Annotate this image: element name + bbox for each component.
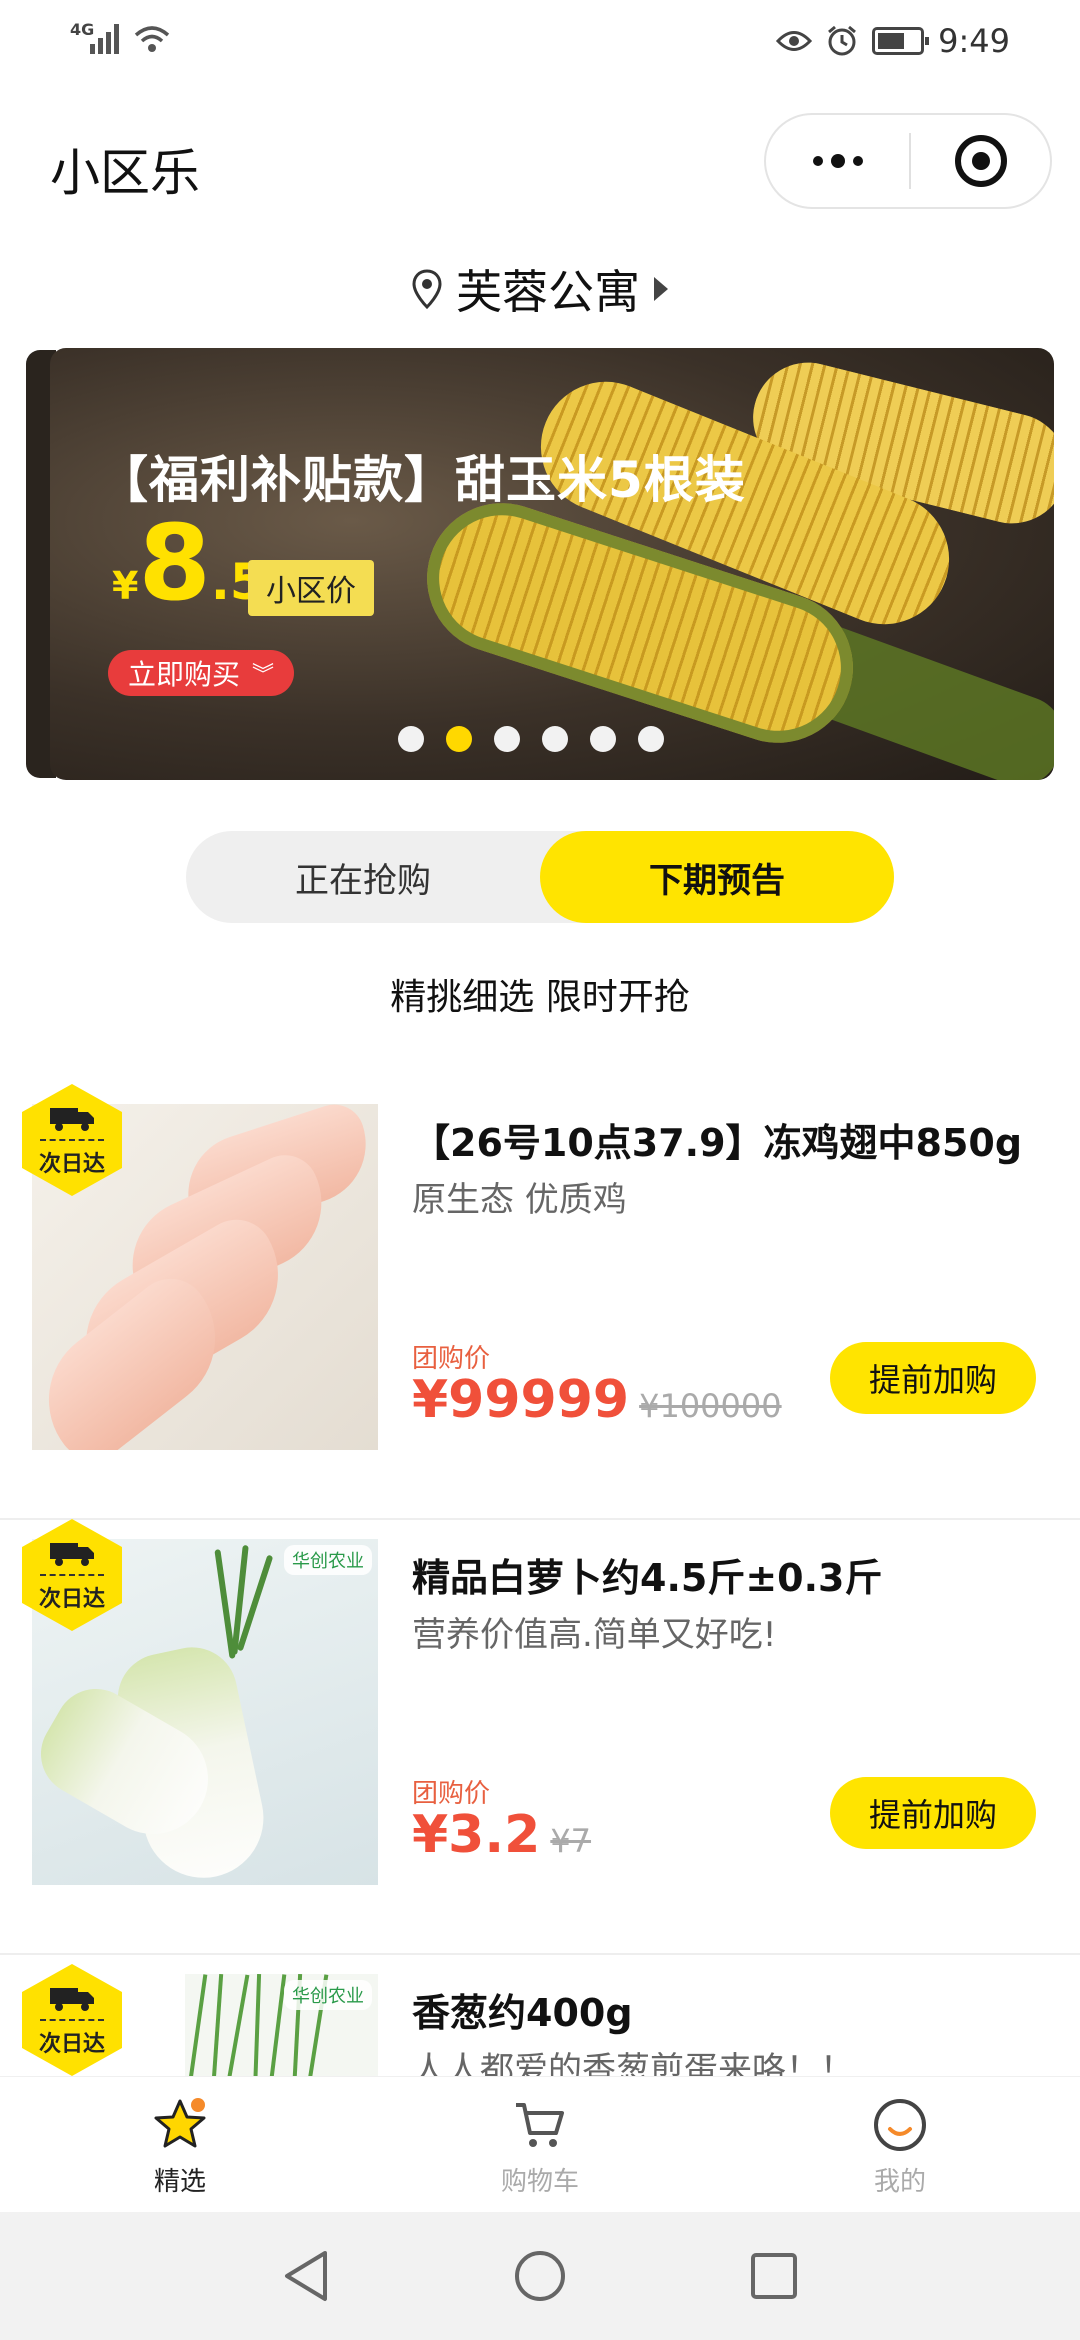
product-card[interactable]: 次日达 【26号10点37.9】冻鸡翅中850g 原生态 优质鸡 团购价 ¥99… bbox=[0, 1084, 1080, 1520]
home-button[interactable] bbox=[513, 2249, 567, 2303]
alarm-icon bbox=[828, 25, 857, 56]
carousel-dot[interactable] bbox=[590, 726, 616, 752]
smile-icon bbox=[874, 2099, 926, 2151]
mini-program-header: 小区乐 bbox=[0, 105, 1080, 215]
nav-mine[interactable]: 我的 bbox=[720, 2077, 1080, 2212]
location-name: 芙蓉公寓 bbox=[456, 265, 640, 319]
bottom-tab-bar: 精选 购物车 我的 bbox=[0, 2076, 1080, 2212]
banner-price: ¥ 8 .5 bbox=[112, 508, 265, 618]
banner-price-integer: 8 bbox=[138, 502, 211, 624]
close-mini-program-button[interactable] bbox=[911, 135, 1050, 187]
product-title: 香葱约400g bbox=[412, 1991, 633, 2035]
brand-tag: 华创农业 bbox=[284, 1980, 372, 2010]
back-button[interactable] bbox=[279, 2249, 333, 2303]
nav-featured[interactable]: 精选 bbox=[0, 2077, 360, 2212]
target-icon bbox=[954, 135, 1007, 187]
star-icon bbox=[154, 2098, 206, 2148]
more-menu-button[interactable] bbox=[766, 115, 909, 207]
wifi-icon bbox=[134, 26, 170, 52]
truck-icon bbox=[50, 1108, 94, 1131]
banner-price-tag: 小区价 bbox=[248, 560, 374, 616]
next-day-badge: 次日达 bbox=[22, 1084, 122, 1196]
nav-label: 购物车 bbox=[500, 2167, 579, 2197]
product-card[interactable]: 华创农业 次日达 精品白萝卜约4.5斤±0.3斤 营养价值高.简单又好吃! 团购… bbox=[0, 1519, 1080, 1955]
nav-label: 精选 bbox=[153, 2167, 206, 2197]
carousel-dot[interactable] bbox=[494, 726, 520, 752]
badge-label: 次日达 bbox=[38, 1152, 105, 1177]
banner-currency: ¥ bbox=[112, 564, 139, 608]
product-title: 【26号10点37.9】冻鸡翅中850g bbox=[412, 1121, 1023, 1165]
carousel-dot[interactable] bbox=[398, 726, 424, 752]
more-dot-icon bbox=[852, 156, 863, 166]
carousel-dots bbox=[50, 726, 1054, 752]
battery-icon bbox=[872, 27, 930, 55]
product-desc: 营养价值高.简单又好吃! bbox=[412, 1615, 777, 1655]
back-triangle-icon bbox=[285, 2251, 327, 2301]
tab-next-preview[interactable]: 下期预告 bbox=[540, 831, 894, 923]
eye-icon bbox=[776, 31, 813, 51]
next-day-badge: 次日达 bbox=[22, 1964, 122, 2076]
cart-icon bbox=[516, 2103, 564, 2147]
carousel-dot[interactable] bbox=[638, 726, 664, 752]
add-in-advance-button[interactable]: 提前加购 bbox=[830, 1777, 1036, 1849]
recents-button[interactable] bbox=[747, 2249, 801, 2303]
more-dot-icon bbox=[830, 154, 845, 168]
status-bar: 4G 9:49 bbox=[0, 0, 1080, 90]
product-image[interactable]: 华创农业 bbox=[185, 1974, 378, 2076]
app-title: 小区乐 bbox=[50, 144, 200, 202]
nav-cart[interactable]: 购物车 bbox=[360, 2077, 720, 2212]
location-selector[interactable]: 芙蓉公寓 bbox=[0, 256, 1080, 322]
tab-bar: 正在抢购 下期预告 bbox=[186, 831, 894, 923]
product-price: ¥99999 ¥100000 bbox=[412, 1370, 782, 1430]
double-chevron-down-icon: ︾ bbox=[252, 663, 275, 688]
clock-time: 9:49 bbox=[938, 22, 1010, 60]
nav-label: 我的 bbox=[873, 2167, 926, 2197]
product-price: ¥3.2 ¥7 bbox=[412, 1805, 591, 1865]
status-left: 4G bbox=[70, 20, 171, 54]
more-dot-icon bbox=[812, 156, 823, 166]
carousel-dot[interactable] bbox=[542, 726, 568, 752]
next-day-badge: 次日达 bbox=[22, 1519, 122, 1631]
buy-now-label: 立即购买 bbox=[128, 658, 241, 691]
current-price: ¥3.2 bbox=[412, 1805, 541, 1865]
recents-square-icon bbox=[751, 2253, 797, 2299]
original-price: ¥7 bbox=[550, 1822, 592, 1860]
original-price: ¥100000 bbox=[639, 1387, 782, 1425]
status-right: 9:49 bbox=[776, 22, 1010, 60]
caret-right-icon bbox=[654, 277, 668, 301]
menu-capsule bbox=[764, 113, 1052, 209]
brand-tag: 华创农业 bbox=[284, 1545, 372, 1575]
product-desc: 原生态 优质鸡 bbox=[412, 1180, 627, 1220]
carousel-dot[interactable] bbox=[446, 726, 472, 752]
location-pin-icon bbox=[412, 269, 442, 309]
add-in-advance-button[interactable]: 提前加购 bbox=[830, 1342, 1036, 1414]
tab-now-selling[interactable]: 正在抢购 bbox=[186, 831, 540, 923]
promo-banner[interactable]: 【福利补贴款】甜玉米5根装 ¥ 8 .5 小区价 立即购买 ︾ bbox=[50, 348, 1054, 780]
truck-icon bbox=[50, 1988, 94, 2011]
buy-now-button[interactable]: 立即购买 ︾ bbox=[108, 650, 295, 696]
section-subtitle: 精挑细选 限时开抢 bbox=[390, 977, 690, 1018]
signal-icon: 4G bbox=[70, 20, 119, 54]
system-navigation-bar bbox=[0, 2212, 1080, 2340]
product-desc: 人人都爱的香葱煎蛋来咯！！ bbox=[412, 2050, 854, 2076]
current-price: ¥99999 bbox=[412, 1370, 630, 1430]
badge-label: 次日达 bbox=[38, 1587, 105, 1612]
badge-label: 次日达 bbox=[38, 2032, 105, 2057]
product-card[interactable]: 华创农业 次日达 香葱约400g 人人都爱的香葱煎蛋来咯！！ bbox=[0, 1954, 1080, 2076]
network-type: 4G bbox=[70, 20, 95, 39]
product-title: 精品白萝卜约4.5斤±0.3斤 bbox=[412, 1556, 883, 1600]
truck-icon bbox=[50, 1543, 94, 1566]
home-circle-icon bbox=[515, 2251, 565, 2301]
